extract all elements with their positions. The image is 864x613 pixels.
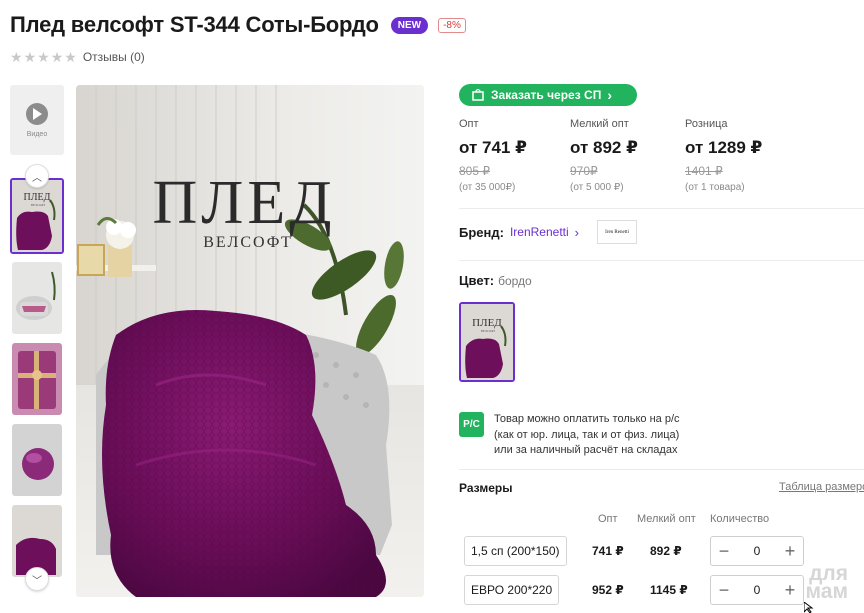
size-price-small-opt: 1145 ₽	[650, 583, 688, 597]
thumbnail-strip: Видео ︿ ПЛЕД ВЕЛСОФТ ﹀	[10, 85, 64, 595]
brand-row: Бренд: IrenRenetti › Iren Renetti	[459, 220, 637, 244]
brand-label: Бренд:	[459, 224, 504, 240]
thumbnail-2[interactable]	[12, 262, 62, 334]
divider	[459, 260, 864, 261]
size-name[interactable]: 1,5 сп (200*150)	[464, 536, 567, 566]
swatch-text: ПЛЕД	[472, 317, 502, 329]
price-old: 805 ₽	[459, 164, 490, 178]
brand-link[interactable]: IrenRenetti	[510, 225, 569, 239]
thumbs-down-button[interactable]: ﹀	[25, 567, 49, 591]
watermark-line: мам	[805, 580, 848, 603]
discount-badge: -8%	[438, 17, 466, 33]
price-opt: Опт от 741 ₽ 805 ₽ (от 35 000₽)	[459, 118, 527, 193]
rating-stars[interactable]: ★ ★ ★ ★ ★	[10, 50, 77, 64]
star-icon: ★	[37, 49, 50, 65]
star-icon: ★	[64, 49, 77, 65]
image-title-text: ПЛЕД	[153, 169, 336, 237]
size-price-opt: 952 ₽	[592, 583, 624, 597]
size-row: 1,5 сп (200*150) 741 ₽ 892 ₽ − 0 +	[464, 536, 809, 566]
cashless-payment-icon: P/C	[459, 412, 484, 437]
col-head-qty: Количество	[710, 513, 770, 525]
price-old: 1401 ₽	[685, 164, 723, 178]
color-value: бордо	[498, 274, 532, 288]
payment-line: Товар можно оплатить только на р/с	[494, 413, 680, 425]
price-label: Розница	[685, 118, 728, 130]
divider	[459, 469, 864, 470]
order-sp-button[interactable]: Заказать через СП ›	[459, 84, 637, 106]
title-row: Плед велсофт ST-344 Соты-Бордо NEW -8%	[10, 12, 466, 38]
video-thumbnail[interactable]: Видео	[10, 85, 64, 155]
sizes-heading: Размеры	[459, 481, 513, 495]
price-value: от 741 ₽	[459, 138, 527, 157]
rating-row: ★ ★ ★ ★ ★ Отзывы (0)	[10, 50, 145, 64]
chevron-down-icon: ﹀	[32, 575, 42, 587]
size-row: ЕВРО 200*220 952 ₽ 1145 ₽ − 0 +	[464, 575, 809, 605]
quantity-stepper: − 0 +	[710, 536, 804, 566]
size-price-opt: 741 ₽	[592, 544, 624, 558]
color-row: Цвет: бордо	[459, 273, 532, 288]
col-head-small-opt: Мелкий опт	[637, 513, 696, 525]
order-sp-label: Заказать через СП	[491, 88, 602, 102]
chevron-up-icon: ︿	[32, 172, 42, 184]
color-label: Цвет:	[459, 273, 495, 288]
size-price-small-opt: 892 ₽	[650, 544, 682, 558]
payment-notice: P/C Товар можно оплатить только на р/с (…	[459, 412, 680, 459]
quantity-stepper: − 0 +	[710, 575, 804, 605]
minus-icon[interactable]: −	[717, 581, 731, 599]
thumbs-up-button[interactable]: ︿	[25, 164, 49, 188]
plus-icon[interactable]: +	[783, 581, 797, 599]
chevron-right-icon: ›	[607, 87, 612, 103]
brand-logo[interactable]: Iren Renetti	[597, 220, 637, 244]
thumbnail-3[interactable]	[12, 343, 62, 415]
plus-icon[interactable]: +	[783, 542, 797, 560]
price-value: от 892 ₽	[570, 138, 638, 157]
divider	[459, 208, 864, 209]
main-product-image[interactable]: ПЛЕД ВЕЛСОФТ	[76, 85, 424, 597]
col-head-opt: Опт	[598, 513, 618, 525]
image-subtitle-text: ВЕЛСОФТ	[203, 234, 293, 251]
star-icon: ★	[50, 49, 64, 65]
quantity-value[interactable]: 0	[754, 544, 761, 558]
payment-text: Товар можно оплатить только на р/с (как …	[494, 412, 680, 459]
star-icon: ★	[23, 49, 37, 65]
thumb-text: ПЛЕД	[24, 192, 51, 203]
watermark: для мам	[805, 563, 848, 603]
thumbnail-4[interactable]	[12, 424, 62, 496]
color-swatch-bordo[interactable]: ПЛЕД ВЕЛСОФТ	[459, 302, 515, 382]
svg-text:ВЕЛСОФТ: ВЕЛСОФТ	[481, 329, 495, 333]
price-old: 970₽	[570, 164, 598, 178]
reviews-link[interactable]: Отзывы (0)	[83, 50, 145, 64]
product-title: Плед велсофт ST-344 Соты-Бордо	[10, 12, 379, 37]
price-min: (от 5 000 ₽)	[570, 182, 624, 193]
svg-text:ВЕЛСОФТ: ВЕЛСОФТ	[31, 203, 45, 207]
play-icon	[26, 102, 48, 125]
price-min: (от 1 товара)	[685, 182, 745, 193]
price-value: от 1289 ₽	[685, 138, 763, 157]
payment-line: (как от юр. лица, так и от физ. лица)	[494, 428, 680, 441]
quantity-value[interactable]: 0	[754, 583, 761, 597]
size-name[interactable]: ЕВРО 200*220	[464, 575, 560, 605]
price-min: (от 35 000₽)	[459, 182, 516, 193]
size-table-link[interactable]: Таблица размеров	[779, 481, 864, 493]
price-retail: Розница от 1289 ₽ 1401 ₽ (от 1 товара)	[685, 118, 762, 193]
price-label: Опт	[459, 118, 479, 130]
minus-icon[interactable]: −	[717, 542, 731, 560]
thumbnail-1[interactable]: ПЛЕД ВЕЛСОФТ	[10, 178, 64, 254]
bag-icon	[472, 88, 484, 101]
price-label: Мелкий опт	[570, 118, 629, 130]
new-badge: NEW	[390, 16, 429, 34]
chevron-right-icon: ›	[574, 224, 579, 240]
cursor-icon	[804, 602, 814, 613]
price-small-opt: Мелкий опт от 892 ₽ 970₽ (от 5 000 ₽)	[570, 118, 638, 193]
payment-line: или за наличный расчёт на складах	[494, 444, 678, 456]
video-label: Видео	[26, 130, 48, 138]
star-icon: ★	[10, 49, 23, 65]
